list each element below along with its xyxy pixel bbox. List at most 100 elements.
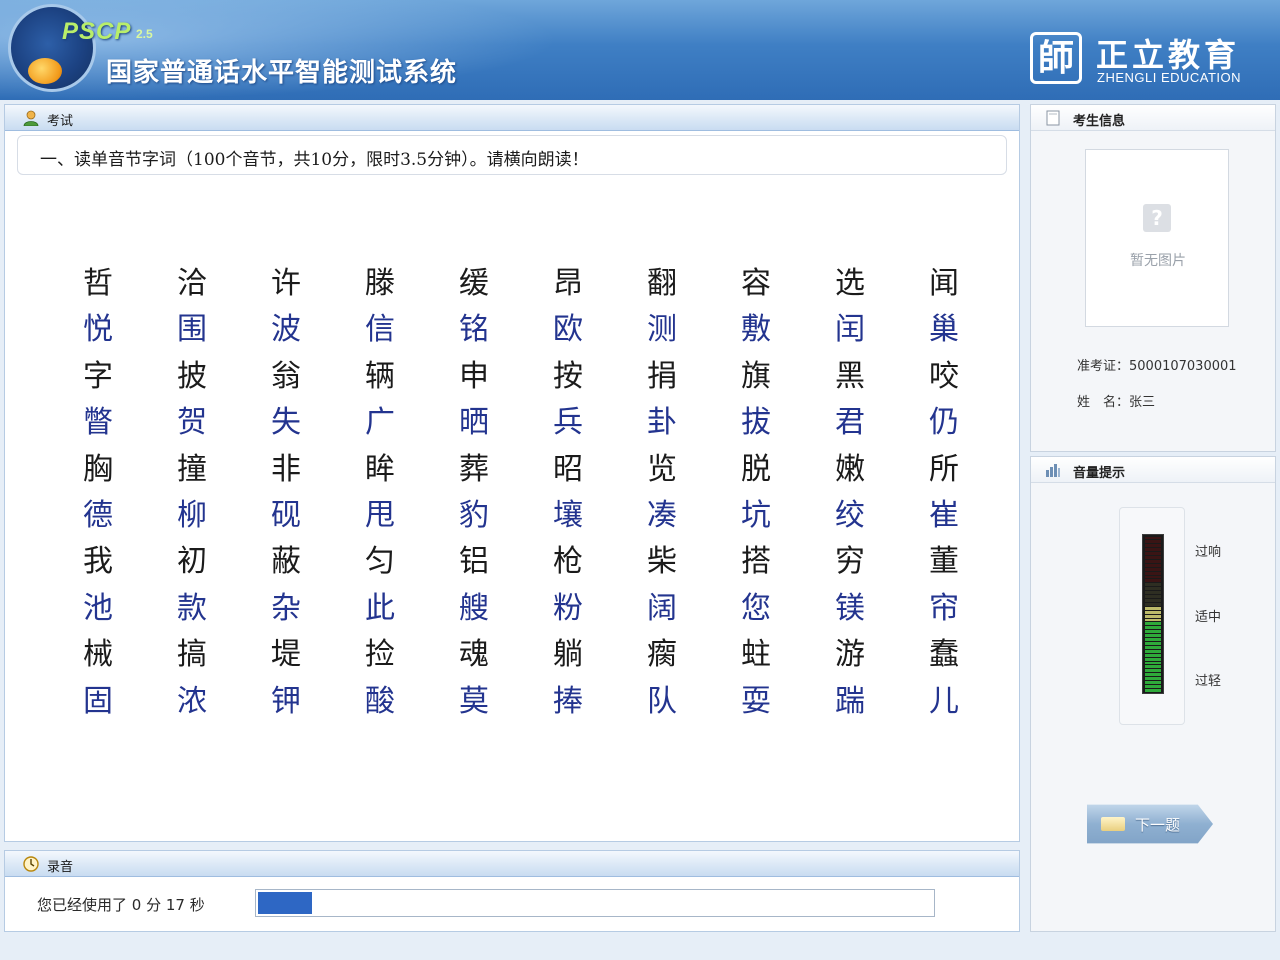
test-character: 莫: [459, 683, 489, 719]
test-character: 帘: [929, 590, 959, 626]
test-character: 堤: [271, 637, 301, 673]
volume-meter-segment: [1145, 684, 1161, 688]
volume-meter-segment: [1145, 688, 1161, 692]
candidate-panel-header: 考生信息: [1031, 105, 1275, 131]
test-character: 葬: [459, 451, 489, 487]
volume-panel-title: 音量提示: [1073, 466, 1126, 481]
test-character: 信: [365, 312, 395, 348]
test-character: 浓: [177, 683, 207, 719]
test-character: 搭: [741, 544, 771, 580]
volume-meter-segment: [1145, 641, 1161, 645]
candidate-info-panel: 考生信息 ? 暂无图片 准考证：5000107030001 姓 名：张三: [1030, 104, 1276, 452]
test-character: 匀: [365, 544, 395, 580]
image-placeholder-icon: ?: [1143, 204, 1171, 232]
test-character: 蠢: [929, 637, 959, 673]
test-character: 枪: [553, 544, 583, 580]
test-character: 艘: [459, 590, 489, 626]
test-character: 杂: [271, 590, 301, 626]
test-character: 蛀: [741, 637, 771, 673]
test-character: 黑: [835, 358, 865, 394]
volume-meter-segment: [1145, 587, 1161, 591]
test-character: 容: [741, 266, 771, 301]
test-character: 所: [929, 451, 959, 487]
test-character: 选: [835, 266, 865, 301]
test-character: 兵: [553, 405, 583, 441]
volume-panel: 音量提示 过响 适中 过轻 下一题: [1030, 456, 1276, 932]
test-character: 甩: [365, 497, 395, 533]
exam-panel: 考试 一、读单音节字词（100个音节，共10分，限时3.5分钟）。请横向朗读！ …: [4, 104, 1020, 842]
test-character: 旗: [741, 358, 771, 394]
test-character: 池: [83, 590, 113, 626]
test-character: 滕: [365, 266, 395, 301]
volume-meter-segment: [1145, 665, 1161, 669]
volume-meter-segment: [1145, 579, 1161, 583]
volume-meter-segment: [1145, 575, 1161, 579]
volume-meter-segment: [1145, 599, 1161, 602]
recording-progress-fill: [258, 892, 312, 914]
exam-panel-title: 考试: [47, 114, 74, 129]
test-character: 翁: [271, 358, 301, 394]
candidate-panel-title: 考生信息: [1073, 114, 1126, 129]
test-character: 粉: [553, 590, 583, 626]
test-character: 失: [271, 405, 301, 441]
test-character: 砚: [271, 497, 301, 533]
volume-meter-segment: [1145, 591, 1161, 595]
test-character: 卦: [647, 405, 677, 441]
test-character: 君: [835, 405, 865, 441]
test-character: 闰: [835, 312, 865, 348]
test-character: 览: [647, 451, 677, 487]
test-character: 游: [835, 637, 865, 673]
app-title: 国家普通话水平智能测试系统: [106, 58, 458, 88]
test-character: 坑: [741, 497, 771, 533]
test-character: 固: [83, 683, 113, 719]
volume-label-quiet: 过轻: [1195, 674, 1222, 689]
test-character: 披: [177, 358, 207, 394]
test-character: 敷: [741, 312, 771, 348]
test-character: 昭: [553, 451, 583, 487]
test-character: 我: [83, 544, 113, 580]
test-character: 闻: [929, 266, 959, 301]
test-character: 晒: [459, 405, 489, 441]
test-character: 蔽: [271, 544, 301, 580]
test-character: 此: [365, 590, 395, 626]
test-character: 洽: [177, 266, 207, 301]
test-character: 翻: [647, 266, 677, 301]
test-character: 董: [929, 544, 959, 580]
app-header: PSCP 2.5 国家普通话水平智能测试系统 師 正立教育 ZHENGLI ED…: [0, 0, 1280, 100]
test-character: 铝: [459, 544, 489, 580]
record-panel: 录音 您已经使用了 0 分 17 秒: [4, 850, 1020, 932]
test-character: 嫩: [835, 451, 865, 487]
next-question-label: 下一题: [1135, 816, 1181, 834]
volume-meter-segment: [1145, 677, 1161, 681]
volume-meter-segment: [1145, 556, 1161, 559]
admission-number: 5000107030001: [1129, 359, 1237, 374]
test-character: 魂: [459, 637, 489, 673]
volume-meter-segment: [1145, 634, 1161, 638]
test-character: 搞: [177, 637, 207, 673]
volume-meter-segment: [1145, 614, 1161, 618]
volume-meter-frame: [1119, 507, 1185, 725]
test-character: 柳: [177, 497, 207, 533]
test-character: 非: [271, 451, 301, 487]
id-card-icon: [1046, 110, 1060, 126]
test-character: 欧: [553, 312, 583, 348]
volume-meter-segment: [1145, 681, 1161, 684]
test-character: 拔: [741, 405, 771, 441]
volume-meter: [1142, 534, 1164, 694]
test-character: 许: [271, 266, 301, 301]
test-character: 豹: [459, 497, 489, 533]
volume-meter-segment: [1145, 645, 1161, 649]
test-character: 械: [83, 637, 113, 673]
test-character: 耍: [741, 683, 771, 719]
volume-meter-segment: [1145, 540, 1161, 544]
test-character: 壤: [553, 497, 583, 533]
next-question-button[interactable]: 下一题: [1087, 804, 1213, 844]
logo-text: PSCP: [62, 18, 132, 45]
test-character: 儿: [929, 683, 959, 719]
volume-meter-segment: [1145, 563, 1161, 567]
volume-meter-segment: [1145, 583, 1161, 587]
folder-arrow-icon: [1101, 817, 1125, 831]
volume-meter-segment: [1145, 610, 1161, 614]
elapsed-time: 您已经使用了 0 分 17 秒: [37, 896, 205, 914]
test-character: 仍: [929, 405, 959, 441]
